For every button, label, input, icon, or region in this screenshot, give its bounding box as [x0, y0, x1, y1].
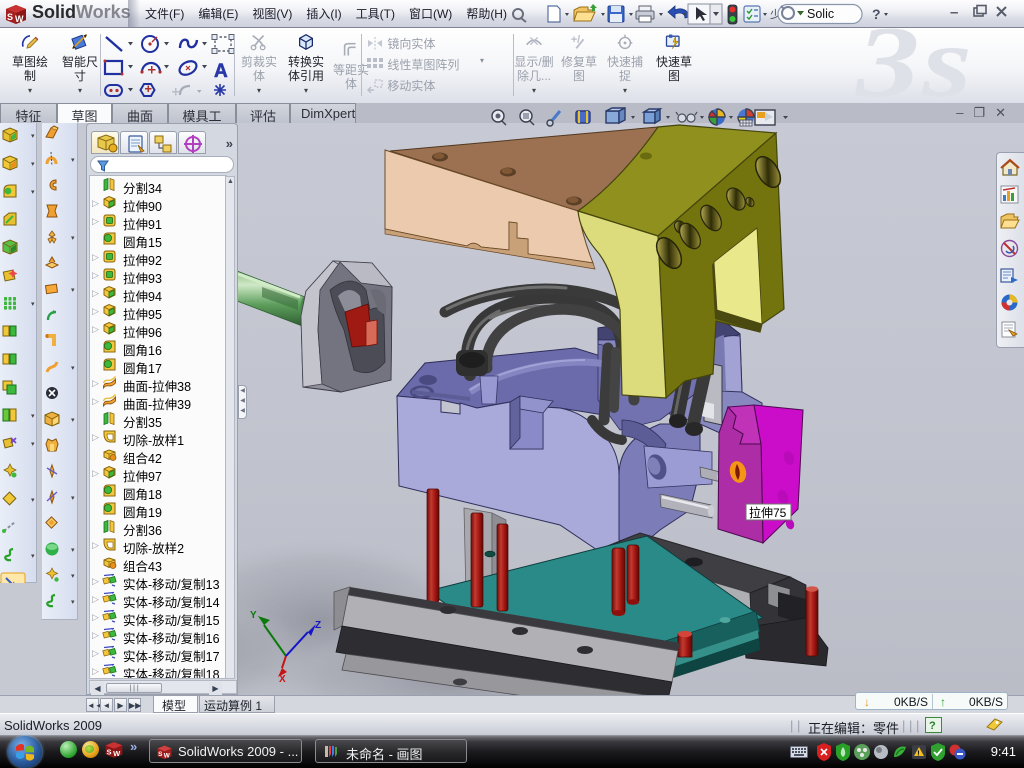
svg-text:Solic: Solic	[807, 7, 834, 21]
svg-text:W: W	[164, 753, 170, 760]
svg-text:?: ?	[929, 720, 936, 732]
svg-text:▾: ▾	[71, 547, 75, 554]
svg-text:▾: ▾	[71, 599, 75, 606]
svg-text:S: S	[158, 751, 162, 758]
svg-text:▾: ▾	[31, 413, 35, 420]
svg-text:▾: ▾	[28, 582, 32, 583]
svg-text:▾: ▾	[71, 157, 75, 164]
svg-text:–: –	[950, 4, 958, 21]
svg-text:Z: Z	[315, 620, 321, 631]
svg-text:S: S	[107, 748, 112, 757]
svg-text:?: ?	[872, 6, 881, 22]
svg-text:▾: ▾	[71, 573, 75, 580]
svg-text:A: A	[214, 61, 228, 82]
svg-text:▾: ▾	[31, 301, 35, 308]
svg-text:▾: ▾	[71, 365, 75, 372]
svg-text:W: W	[113, 749, 121, 758]
svg-text:▾: ▾	[31, 497, 35, 504]
svg-text:▾: ▾	[71, 495, 75, 502]
svg-text:S: S	[7, 12, 13, 22]
svg-text:▾: ▾	[31, 189, 35, 196]
svg-text:▾: ▾	[31, 133, 35, 140]
svg-text:▾: ▾	[31, 161, 35, 168]
svg-text:▾: ▾	[31, 553, 35, 560]
svg-text:!: !	[917, 751, 919, 758]
svg-text:▾: ▾	[71, 287, 75, 294]
svg-text:▾: ▾	[31, 441, 35, 448]
svg-text:X: X	[279, 674, 286, 685]
svg-text:W: W	[15, 14, 24, 24]
svg-text:▾: ▾	[71, 417, 75, 424]
svg-text:Y: Y	[250, 610, 257, 621]
svg-text:▾: ▾	[71, 235, 75, 242]
svg-text:拉伸75: 拉伸75	[749, 505, 787, 520]
